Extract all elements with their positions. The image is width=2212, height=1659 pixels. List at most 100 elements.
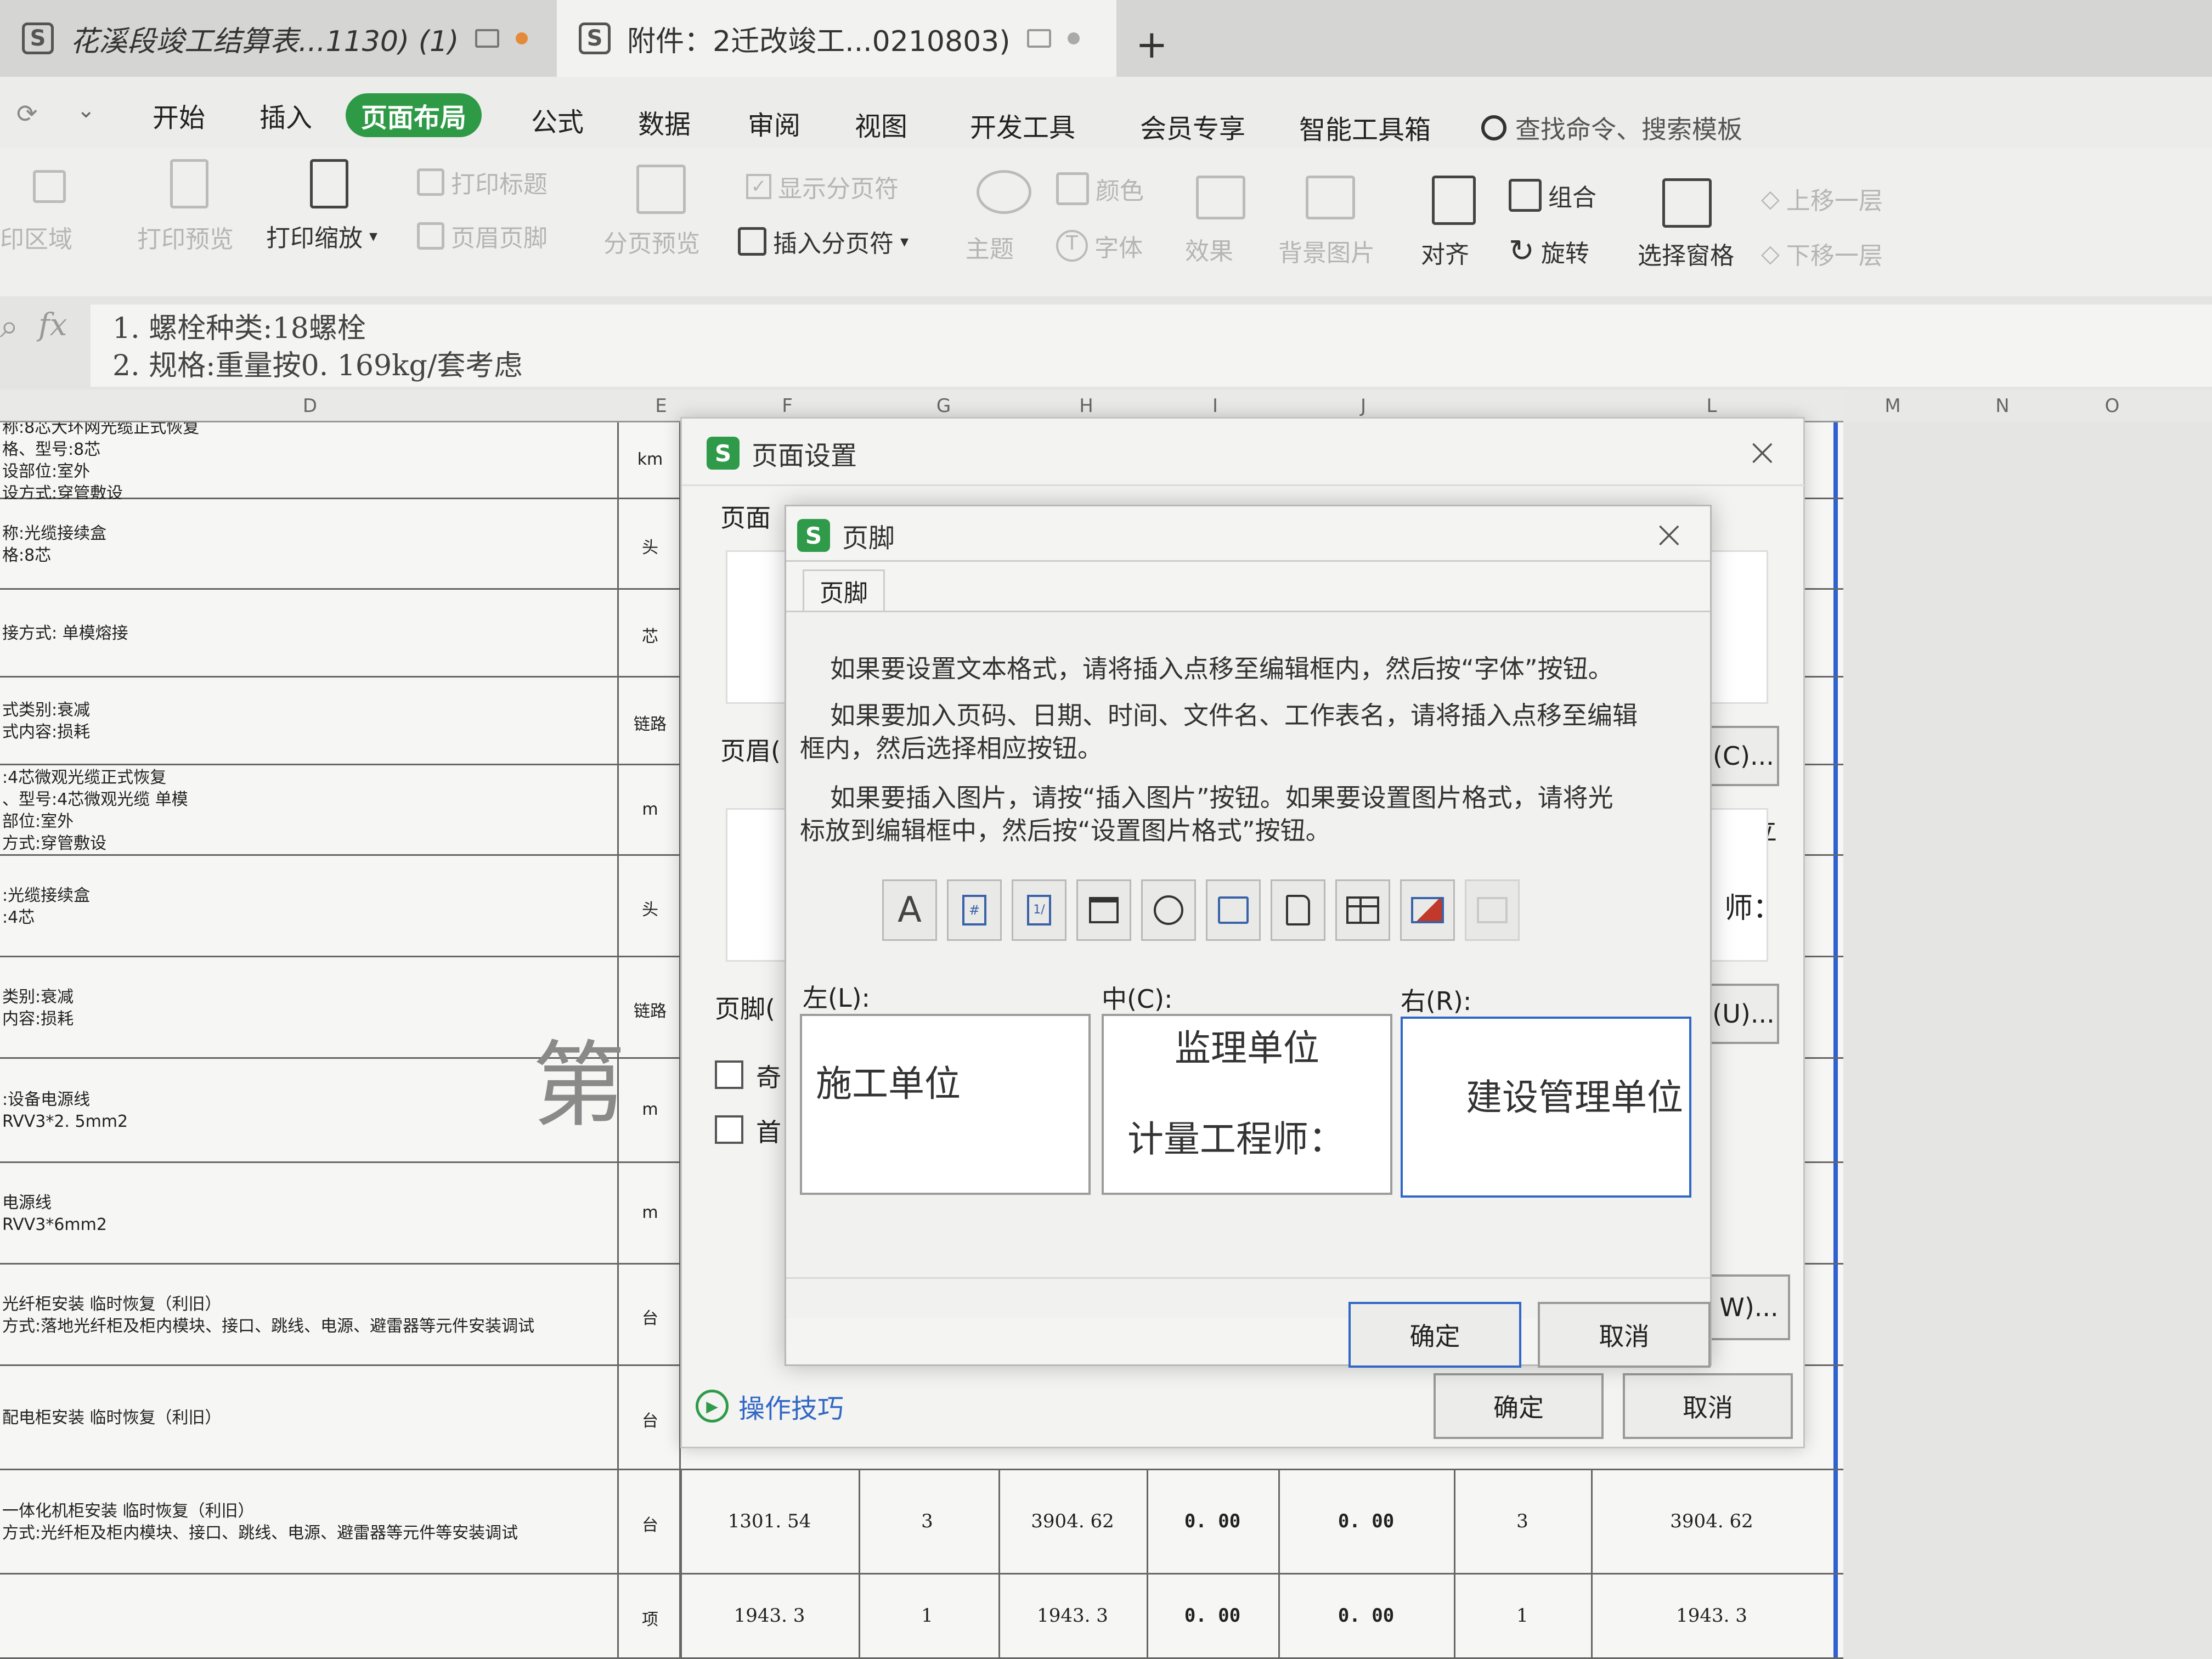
unit-cell[interactable]: 项 <box>620 1606 680 1630</box>
first-page-checkbox[interactable] <box>715 1115 743 1144</box>
description-cell[interactable]: :光缆接续盒:4芯 <box>0 856 620 957</box>
close-icon[interactable]: × <box>1746 430 1779 475</box>
new-tab-button[interactable]: + <box>1136 22 1168 67</box>
description-cell[interactable]: 类别:衰减 内容:损耗 <box>0 957 620 1059</box>
insert-picture-icon[interactable] <box>1400 879 1455 941</box>
rotate-button[interactable]: ↻ 旋转 <box>1509 233 1589 269</box>
formula-input[interactable]: 1. 螺栓种类:18螺栓 2. 规格:重量按0. 169kg/套考虑 <box>91 304 2212 387</box>
column-header-o[interactable]: O <box>2063 390 2162 422</box>
menu-view[interactable]: 视图 <box>839 102 923 146</box>
quick-access-dropdown-icon[interactable]: ⌄ <box>77 98 95 123</box>
send-backward-button[interactable]: ◇ 下移一层 <box>1761 236 1883 271</box>
page-number-icon[interactable]: # <box>947 879 1002 941</box>
colors-button[interactable]: 颜色 <box>1056 171 1144 206</box>
date-icon[interactable] <box>1076 879 1131 941</box>
value-cell[interactable]: 3 <box>859 1510 996 1532</box>
value-cell[interactable]: 1 <box>859 1605 996 1627</box>
unit-cell[interactable]: 链路 <box>620 997 680 1022</box>
center-footer-input[interactable]: 监理单位 计量工程师： <box>1102 1014 1392 1195</box>
unit-cell[interactable]: 台 <box>620 1305 680 1329</box>
document-tab-1[interactable]: S 花溪段竣工结算表...1130) (1) <box>0 0 554 77</box>
file-name-icon[interactable] <box>1271 879 1325 941</box>
value-cell[interactable]: 0. 00 <box>1278 1605 1454 1627</box>
unit-cell[interactable]: 链路 <box>620 710 680 735</box>
unit-cell[interactable]: 头 <box>620 534 680 558</box>
column-header-m[interactable]: M <box>1843 390 1942 422</box>
value-cell[interactable]: 3904. 62 <box>998 1510 1147 1532</box>
description-cell[interactable]: 称:8芯大环网光缆正式恢复 格、型号:8芯 设部位:室外 设方式:穿管敷设 <box>0 422 620 499</box>
unit-cell[interactable]: 头 <box>620 896 680 920</box>
background-image-button[interactable]: 背景图片 <box>1278 233 1375 268</box>
font-icon[interactable]: A <box>882 879 937 941</box>
sheet-name-icon[interactable] <box>1335 879 1390 941</box>
format-picture-icon[interactable] <box>1465 879 1520 941</box>
description-cell[interactable]: 接方式: 单模熔接 <box>0 590 620 678</box>
footer-ok-button[interactable]: 确定 <box>1348 1302 1521 1368</box>
page-setup-ok-button[interactable]: 确定 <box>1434 1373 1604 1439</box>
menu-review[interactable]: 审阅 <box>732 101 816 145</box>
file-path-icon[interactable] <box>1206 879 1261 941</box>
value-cell[interactable]: 1943. 3 <box>680 1605 859 1627</box>
font-theme-button[interactable]: T 字体 <box>1056 228 1143 263</box>
description-cell[interactable]: :设备电源线 RVV3*2. 5mm2 <box>0 1059 620 1163</box>
menu-insert[interactable]: 插入 <box>244 93 328 137</box>
redo-icon[interactable]: ⟳ <box>16 99 38 128</box>
value-cell[interactable]: 3904. 62 <box>1591 1510 1832 1532</box>
tips-link[interactable]: ▶ 操作技巧 <box>696 1387 844 1425</box>
menu-smart-tools[interactable]: 智能工具箱 <box>1284 105 1446 149</box>
menu-page-layout[interactable]: 页面布局 <box>346 93 482 137</box>
close-icon[interactable]: × <box>1653 512 1685 557</box>
print-scale-button[interactable]: 打印缩放 ▾ <box>266 218 377 253</box>
custom-header-button[interactable]: (C)... <box>1708 726 1779 786</box>
print-area-button[interactable]: 印区域 <box>0 219 72 255</box>
description-cell[interactable]: 式类别:衰减 式内容:损耗 <box>0 678 620 765</box>
time-icon[interactable] <box>1141 879 1196 941</box>
menu-home[interactable]: 开始 <box>137 93 221 137</box>
selection-pane-button[interactable]: 选择窗格 <box>1638 236 1734 271</box>
odd-even-checkbox[interactable] <box>715 1060 743 1089</box>
value-cell[interactable]: 0. 00 <box>1147 1605 1278 1627</box>
description-cell[interactable]: 一体化机柜安装 临时恢复（利旧） 方式:光纤柜及柜内模块、接口、跳线、电源、避雷器… <box>0 1470 620 1575</box>
value-cell[interactable]: 1 <box>1454 1605 1591 1627</box>
value-cell[interactable]: 3 <box>1454 1510 1591 1532</box>
unit-cell[interactable]: 台 <box>620 1511 680 1536</box>
search-box[interactable]: 查找命令、搜索模板 <box>1481 110 1742 146</box>
column-header-n[interactable]: N <box>1953 390 2052 422</box>
menu-formulas[interactable]: 公式 <box>516 98 599 142</box>
value-cell[interactable]: 1301. 54 <box>680 1510 859 1532</box>
tab-page[interactable]: 页面 <box>720 498 771 534</box>
header-footer-button[interactable]: 页眉页脚 <box>417 218 548 253</box>
right-footer-input[interactable]: 建设管理单位 <box>1401 1017 1691 1198</box>
unit-cell[interactable]: m <box>620 800 680 819</box>
unit-cell[interactable]: km <box>620 450 680 469</box>
fx-icon[interactable]: fx <box>38 307 67 343</box>
page-setup-cancel-button[interactable]: 取消 <box>1623 1373 1793 1439</box>
menu-developer[interactable]: 开发工具 <box>955 103 1091 147</box>
tab-footer[interactable]: 页脚 <box>803 569 885 611</box>
value-cell[interactable]: 0. 00 <box>1147 1510 1278 1532</box>
total-pages-icon[interactable]: 1/ <box>1012 879 1066 941</box>
print-title-button[interactable]: 打印标题 <box>417 165 548 200</box>
footer-cancel-button[interactable]: 取消 <box>1538 1302 1711 1368</box>
custom-footer-button[interactable]: (U)... <box>1708 984 1779 1044</box>
document-tab-2[interactable]: S 附件：2迁改竣工...0210803) <box>557 0 1116 77</box>
theme-button[interactable]: 主题 <box>966 229 1014 264</box>
unit-cell[interactable]: 芯 <box>620 623 680 647</box>
left-footer-input[interactable]: 施工单位 <box>800 1014 1091 1195</box>
table-row[interactable]: 项 1943. 3 1 1943. 3 0. 00 0. 00 1 1943. 3 <box>0 1575 1843 1659</box>
options-button[interactable]: W)... <box>1708 1274 1790 1340</box>
unit-cell[interactable]: m <box>620 1203 680 1222</box>
description-cell[interactable]: 称:光缆接续盒 格:8芯 <box>0 499 620 590</box>
column-header-d[interactable]: D <box>0 390 620 422</box>
print-preview-button[interactable]: 打印预览 <box>137 219 234 255</box>
description-cell[interactable]: :4芯微观光缆正式恢复 、型号:4芯微观光缆 单模 部位:室外 方式:穿管敷设 <box>0 765 620 856</box>
value-cell[interactable]: 1943. 3 <box>998 1605 1147 1627</box>
description-cell[interactable]: 电源线 RVV3*6mm2 <box>0 1163 620 1265</box>
value-cell[interactable]: 1943. 3 <box>1591 1605 1832 1627</box>
value-cell[interactable]: 0. 00 <box>1278 1510 1454 1532</box>
menu-member[interactable]: 会员专享 <box>1125 104 1261 148</box>
menu-data[interactable]: 数据 <box>623 100 706 144</box>
bring-forward-button[interactable]: ◇ 上移一层 <box>1761 181 1883 216</box>
unit-cell[interactable]: 台 <box>620 1407 680 1431</box>
unit-cell[interactable]: m <box>620 1100 680 1119</box>
